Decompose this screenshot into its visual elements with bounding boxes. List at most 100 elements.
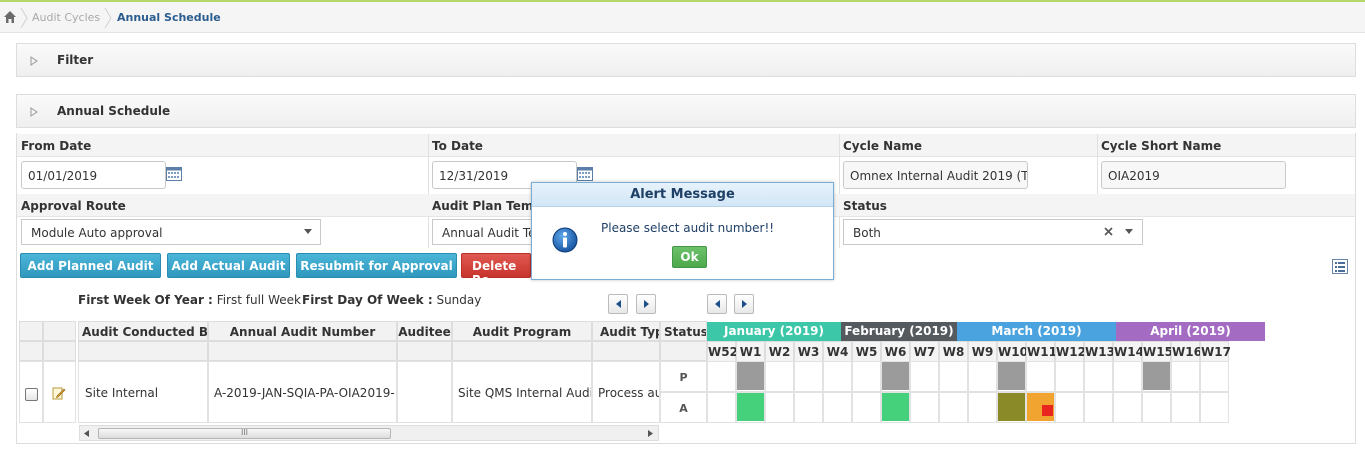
actual-cell-w17[interactable] (1200, 392, 1229, 423)
actual-cell-w16[interactable] (1171, 392, 1200, 423)
home-icon[interactable] (3, 10, 17, 24)
column-divider (1097, 134, 1098, 195)
page: Audit Cycles Annual Schedule Filter Annu… (0, 0, 1365, 455)
scrollbar-thumb[interactable]: III (98, 428, 391, 439)
resubmit-for-approval-button[interactable]: Resubmit for Approval (296, 253, 457, 278)
col-audit-type[interactable]: Audit Typ (592, 321, 660, 341)
planned-cell-w16[interactable] (1171, 361, 1200, 392)
actual-cell-w8[interactable] (939, 392, 968, 423)
actual-cell-w2[interactable] (765, 392, 794, 423)
planned-cell-w7[interactable] (910, 361, 939, 392)
actual-cell-w13[interactable] (1084, 392, 1113, 423)
chevron-left-icon (715, 300, 720, 308)
planned-audit-marker[interactable] (998, 362, 1025, 390)
actual-cell-w14[interactable] (1113, 392, 1142, 423)
edit-column-header (43, 321, 76, 341)
filter-panel-header[interactable]: Filter (16, 43, 1356, 77)
status-select[interactable]: Both (843, 219, 1143, 245)
select-column-header (19, 321, 43, 341)
planned-cell-w8[interactable] (939, 361, 968, 392)
planned-cell-w4[interactable] (823, 361, 852, 392)
alert-dialog: Alert Message Please select audit number… (531, 182, 834, 280)
calendar-prev-button[interactable] (707, 294, 727, 314)
filter-cell (452, 341, 592, 361)
week-header-w8: W8 (939, 341, 968, 362)
actual-cell-w52[interactable] (707, 392, 736, 423)
row-checkbox[interactable] (25, 388, 38, 401)
actual-cell-w12[interactable] (1055, 392, 1084, 423)
breadcrumb-audit-cycles[interactable]: Audit Cycles (32, 11, 100, 24)
edit-icon[interactable] (52, 386, 66, 400)
column-divider (839, 134, 840, 248)
planned-row-label: P (660, 361, 707, 392)
actual-cell-w7[interactable] (910, 392, 939, 423)
chevron-down-icon[interactable] (1125, 229, 1133, 234)
cycle-short-name-input[interactable]: OIA2019 (1101, 161, 1286, 189)
col-auditee[interactable]: Auditee (397, 321, 452, 341)
breadcrumb-separator-icon (104, 8, 112, 28)
col-annual-audit-number[interactable]: Annual Audit Number (208, 321, 397, 341)
cell-audit-program: Site QMS Internal Audit (452, 361, 592, 423)
col-audit-program[interactable]: Audit Program (452, 321, 592, 341)
calendar-icon[interactable] (577, 167, 593, 181)
clear-icon[interactable] (1104, 227, 1113, 236)
actual-cell-w15[interactable] (1142, 392, 1171, 423)
planned-cell-w13[interactable] (1084, 361, 1113, 392)
col-audit-conducted-by[interactable]: Audit Conducted By (78, 321, 208, 341)
grid-horizontal-scrollbar[interactable]: III (79, 425, 659, 441)
ok-button[interactable]: Ok (672, 246, 707, 268)
actual-audit-marker[interactable] (737, 393, 764, 421)
approval-route-select[interactable]: Module Auto approval (21, 219, 321, 245)
grid-next-button[interactable] (636, 294, 656, 314)
column-chooser-icon[interactable] (1332, 259, 1348, 274)
overdue-indicator (1042, 405, 1053, 416)
actual-audit-marker[interactable] (998, 393, 1025, 421)
actual-cell-w3[interactable] (794, 392, 823, 423)
delete-row-button[interactable]: Delete Ro (461, 253, 531, 287)
planned-cell-w17[interactable] (1200, 361, 1229, 392)
actual-cell-w5[interactable] (852, 392, 881, 423)
chevron-down-icon[interactable] (304, 229, 312, 234)
planned-cell-w14[interactable] (1113, 361, 1142, 392)
cycle-name-input[interactable]: Omnex Internal Audit 2019 (Te (843, 161, 1028, 189)
breadcrumb: Audit Cycles Annual Schedule (0, 0, 1365, 33)
schedule-panel-header[interactable]: Annual Schedule (16, 94, 1356, 128)
add-planned-audit-button[interactable]: Add Planned Audit (20, 253, 161, 278)
week-header-w6: W6 (881, 341, 910, 362)
planned-cell-w12[interactable] (1055, 361, 1084, 392)
col-status[interactable]: Status (660, 321, 707, 341)
planned-cell-w2[interactable] (765, 361, 794, 392)
audit-plan-template-value: Annual Audit Te (442, 226, 536, 240)
planned-cell-w11[interactable] (1026, 361, 1055, 392)
expand-arrow-icon (30, 107, 38, 117)
scroll-right-icon[interactable] (648, 430, 654, 437)
grid-prev-button[interactable] (608, 294, 628, 314)
scroll-left-icon[interactable] (84, 430, 90, 437)
audit-plan-template-select[interactable]: Annual Audit Te (432, 219, 542, 245)
first-day-value: Sunday (436, 293, 482, 307)
planned-audit-marker[interactable] (737, 362, 764, 390)
alert-message: Please select audit number!! (601, 221, 775, 235)
select-column-filter (19, 341, 43, 361)
planned-cell-w5[interactable] (852, 361, 881, 392)
week-header-w12: W12 (1055, 341, 1086, 362)
cell-annual-audit-number[interactable]: A-2019-JAN-SQIA-PA-OIA2019-1 (208, 361, 397, 423)
actual-cell-w9[interactable] (968, 392, 997, 423)
week-header-w3: W3 (794, 341, 823, 362)
week-header-w16: W16 (1171, 341, 1202, 362)
actual-row-label: A (660, 392, 707, 423)
row-edit-cell (43, 361, 76, 423)
planned-audit-marker[interactable] (882, 362, 909, 390)
calendar-next-button[interactable] (734, 294, 754, 314)
cell-audit-type: Process au (592, 361, 660, 423)
from-date-input[interactable]: 01/01/2019 (21, 161, 166, 189)
alert-title: Alert Message (532, 183, 833, 207)
actual-cell-w4[interactable] (823, 392, 852, 423)
planned-cell-w3[interactable] (794, 361, 823, 392)
actual-audit-marker[interactable] (882, 393, 909, 421)
planned-cell-w9[interactable] (968, 361, 997, 392)
planned-cell-w52[interactable] (707, 361, 736, 392)
add-actual-audit-button[interactable]: Add Actual Audit (167, 253, 290, 278)
planned-audit-marker[interactable] (1143, 362, 1170, 390)
calendar-icon[interactable] (166, 167, 182, 181)
